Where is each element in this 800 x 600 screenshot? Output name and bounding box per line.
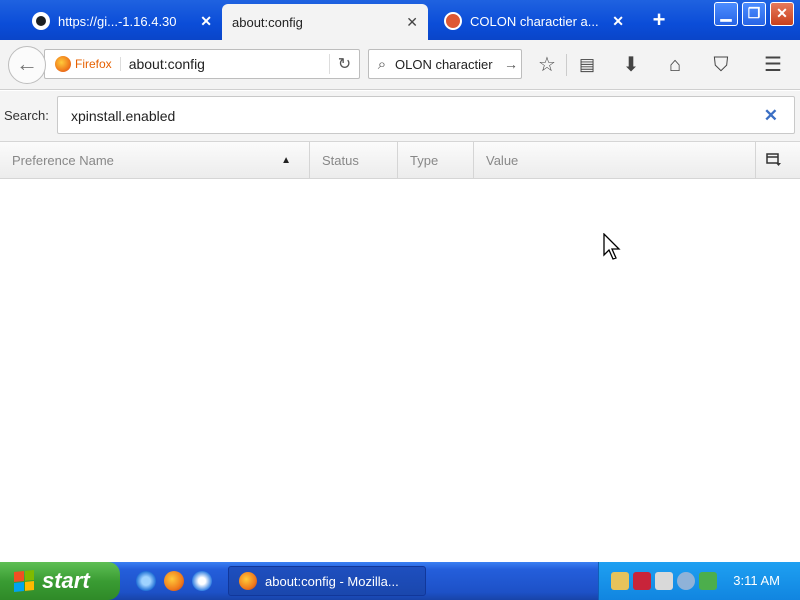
mouse-cursor-icon bbox=[603, 233, 621, 260]
preferences-table-header: Preference Name ▲ Status Type Value bbox=[0, 141, 800, 179]
home-icon[interactable]: ⌂ bbox=[662, 52, 688, 78]
reload-icon[interactable]: ↻ bbox=[329, 54, 359, 74]
bookmark-star-icon[interactable]: ☆ bbox=[534, 52, 560, 78]
toolbar-separator bbox=[566, 54, 567, 76]
search-bar[interactable]: ⌕ OLON charactier → bbox=[368, 49, 522, 79]
config-search-value: xpinstall.enabled bbox=[71, 108, 176, 124]
column-preference-name[interactable]: Preference Name ▲ bbox=[0, 142, 310, 178]
new-tab-button[interactable]: + bbox=[646, 8, 672, 34]
tray-update-icon[interactable] bbox=[699, 572, 717, 590]
column-label: Status bbox=[322, 153, 359, 168]
close-window-button[interactable]: ✕ bbox=[770, 2, 794, 26]
windows-taskbar: start about:config - Mozilla... 3:11 AM bbox=[0, 562, 800, 600]
reading-list-icon[interactable]: ▤ bbox=[574, 52, 600, 78]
tab-label: COLON charactier a... bbox=[470, 13, 599, 29]
tab-label: about:config bbox=[232, 14, 303, 30]
url-bar[interactable]: Firefox about:config ↻ bbox=[44, 49, 360, 79]
config-search-row: Search: xpinstall.enabled ✕ bbox=[0, 91, 800, 141]
maximize-button[interactable]: ❐ bbox=[742, 2, 766, 26]
firefox-quicklaunch-icon[interactable] bbox=[164, 571, 184, 591]
column-label: Type bbox=[410, 153, 439, 168]
about-config-page: Search: xpinstall.enabled ✕ Preference N… bbox=[0, 91, 800, 556]
clock: 3:11 AM bbox=[733, 573, 780, 588]
column-label: Value bbox=[486, 153, 519, 168]
tab-github[interactable]: https://gi...-1.16.4.30 ✕ bbox=[22, 4, 222, 38]
duckduckgo-icon bbox=[444, 12, 462, 30]
column-status[interactable]: Status bbox=[310, 142, 398, 178]
system-tray: 3:11 AM bbox=[598, 562, 800, 600]
tray-vmware-icon[interactable] bbox=[655, 572, 673, 590]
clear-search-icon[interactable]: ✕ bbox=[764, 106, 778, 126]
tab-close-icon[interactable]: ✕ bbox=[604, 13, 624, 30]
tray-tools-icon[interactable] bbox=[611, 572, 629, 590]
tab-strip: https://gi...-1.16.4.30 ✕ about:config ✕… bbox=[0, 0, 800, 40]
sort-ascending-icon: ▲ bbox=[281, 155, 291, 166]
column-label: Preference Name bbox=[12, 153, 114, 168]
search-bar-text[interactable]: OLON charactier bbox=[395, 57, 495, 72]
tab-close-icon[interactable]: ✕ bbox=[398, 14, 418, 31]
tray-shield-icon[interactable] bbox=[633, 572, 651, 590]
menu-icon[interactable]: ☰ bbox=[760, 52, 786, 78]
taskbar-window-label: about:config - Mozilla... bbox=[265, 573, 399, 589]
column-picker-icon[interactable] bbox=[766, 153, 782, 167]
tray-network-icon[interactable] bbox=[677, 572, 695, 590]
column-type[interactable]: Type bbox=[398, 142, 474, 178]
firefox-icon bbox=[239, 572, 257, 590]
start-button[interactable]: start bbox=[0, 562, 120, 600]
firefox-icon bbox=[55, 56, 71, 72]
column-value[interactable]: Value bbox=[474, 142, 756, 178]
taskbar-firefox-window[interactable]: about:config - Mozilla... bbox=[228, 566, 426, 596]
tab-about-config[interactable]: about:config ✕ bbox=[222, 4, 428, 40]
internet-explorer-icon[interactable] bbox=[136, 571, 156, 591]
tab-label: https://gi...-1.16.4.30 bbox=[58, 13, 177, 29]
back-button[interactable]: ← bbox=[8, 46, 46, 84]
tab-colon-search[interactable]: COLON charactier a... ✕ bbox=[434, 4, 634, 38]
config-search-input[interactable]: xpinstall.enabled ✕ bbox=[57, 96, 795, 134]
github-icon bbox=[32, 12, 50, 30]
start-label: start bbox=[42, 568, 90, 593]
tab-close-icon[interactable]: ✕ bbox=[192, 13, 212, 30]
config-search-label: Search: bbox=[4, 108, 49, 123]
minimize-button[interactable]: ▁ bbox=[714, 2, 738, 26]
quicklaunch-app-icon[interactable] bbox=[192, 571, 212, 591]
search-go-icon[interactable]: → bbox=[501, 56, 521, 72]
download-icon[interactable]: ⬇ bbox=[618, 52, 644, 78]
navigation-toolbar: Firefox about:config ↻ ← ⌕ OLON characti… bbox=[0, 40, 800, 90]
pocket-icon[interactable]: ⛉ bbox=[708, 52, 734, 78]
identity-label[interactable]: Firefox bbox=[75, 57, 121, 71]
url-text[interactable]: about:config bbox=[129, 56, 205, 72]
search-icon: ⌕ bbox=[377, 55, 387, 73]
windows-logo-icon bbox=[14, 569, 34, 593]
